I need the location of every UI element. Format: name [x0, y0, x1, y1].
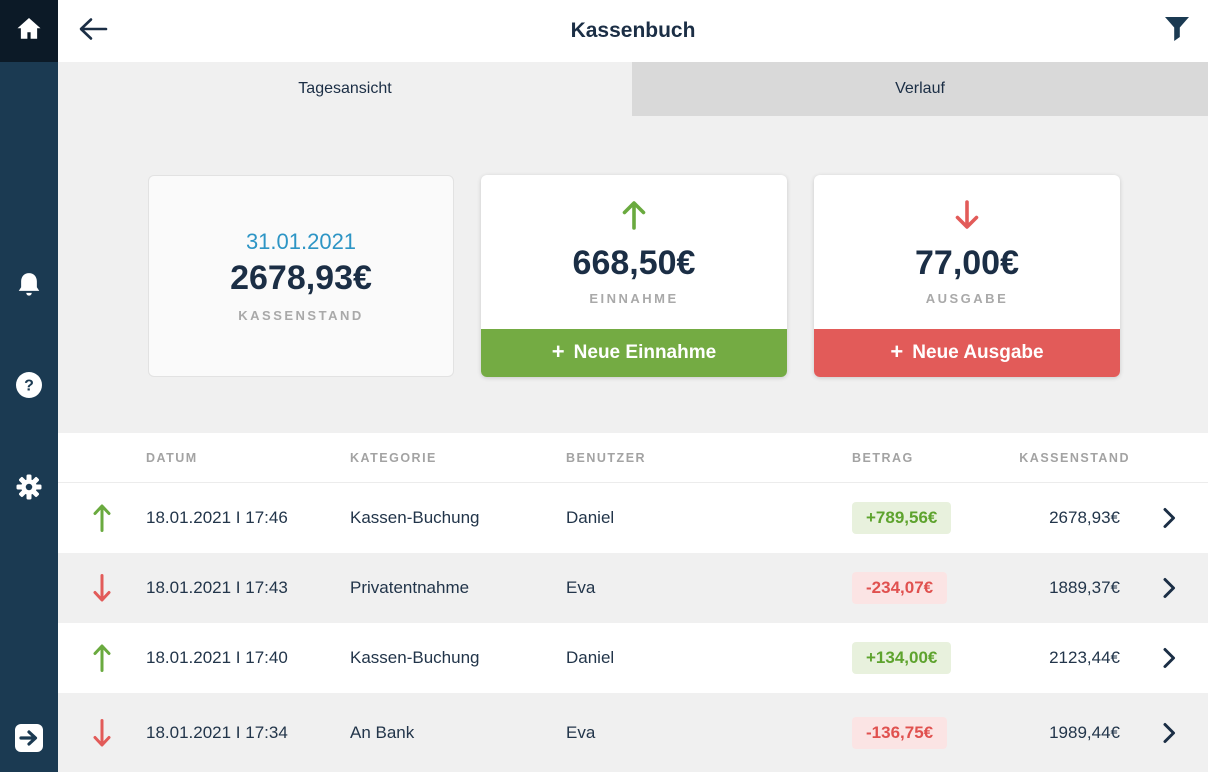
- cell-kassenstand: 1889,37€: [1049, 578, 1130, 598]
- column-header-datum: DATUM: [146, 451, 350, 465]
- cell-datum: 18.01.2021 I 17:40: [146, 648, 350, 668]
- amount-badge: -234,07€: [852, 572, 947, 604]
- tab-label: Tagesansicht: [298, 80, 391, 98]
- tab-bar: Tagesansicht Verlauf: [58, 62, 1208, 116]
- chevron-right-icon[interactable]: [1162, 647, 1176, 669]
- income-label: EINNAHME: [589, 291, 678, 306]
- cell-kassenstand: 2123,44€: [1049, 648, 1130, 668]
- expense-label: AUSGABE: [926, 291, 1009, 306]
- table-row[interactable]: 18.01.2021 I 17:43 Privatentnahme Eva -2…: [58, 553, 1208, 623]
- cell-benutzer: Daniel: [566, 508, 852, 528]
- cell-kategorie: Kassen-Buchung: [350, 508, 566, 528]
- column-header-kassenstand: KASSENSTAND: [1019, 451, 1130, 465]
- new-expense-button[interactable]: + Neue Ausgabe: [814, 329, 1120, 377]
- plus-icon: +: [552, 341, 565, 363]
- table-row[interactable]: 18.01.2021 I 17:40 Kassen-Buchung Daniel…: [58, 623, 1208, 693]
- sidebar-item-home[interactable]: [0, 0, 58, 62]
- chevron-right-icon[interactable]: [1162, 722, 1176, 744]
- table-row[interactable]: 18.01.2021 I 17:34 An Bank Eva -136,75€ …: [58, 693, 1208, 772]
- tab-label: Verlauf: [895, 80, 945, 98]
- column-header-betrag: BETRAG: [852, 451, 1024, 465]
- balance-amount: 2678,93€: [230, 259, 372, 298]
- cell-kassenstand: 2678,93€: [1049, 508, 1130, 528]
- page-title: Kassenbuch: [58, 0, 1208, 62]
- arrow-down-icon: [953, 199, 981, 236]
- summary-section: 31.01.2021 2678,93€ KASSENSTAND 668,50€ …: [58, 116, 1208, 433]
- sidebar-item-settings[interactable]: [0, 472, 58, 507]
- cell-kategorie: Privatentnahme: [350, 578, 566, 598]
- tab-tagesansicht[interactable]: Tagesansicht: [58, 62, 632, 116]
- logout-icon: [13, 722, 45, 759]
- filter-icon: [1164, 15, 1190, 48]
- sidebar: ?: [0, 0, 58, 772]
- new-income-button[interactable]: + Neue Einnahme: [481, 329, 787, 377]
- amount-badge: +134,00€: [852, 642, 951, 674]
- main-area: Kassenbuch Tagesansicht Verlauf 31.01.20…: [58, 0, 1208, 772]
- income-amount: 668,50€: [573, 244, 696, 283]
- balance-date: 31.01.2021: [246, 229, 356, 255]
- balance-card: 31.01.2021 2678,93€ KASSENSTAND: [148, 175, 454, 377]
- sidebar-item-help[interactable]: ?: [0, 371, 58, 404]
- arrow-up-icon: [620, 199, 648, 236]
- table-row[interactable]: 18.01.2021 I 17:46 Kassen-Buchung Daniel…: [58, 483, 1208, 553]
- sidebar-item-notifications[interactable]: [0, 270, 58, 305]
- expense-amount: 77,00€: [915, 244, 1019, 283]
- button-label: Neue Einnahme: [574, 342, 717, 364]
- home-icon: [14, 14, 44, 49]
- arrow-down-icon: [93, 718, 111, 748]
- table-header: DATUM KATEGORIE BENUTZER BETRAG KASSENST…: [58, 433, 1208, 483]
- amount-badge: +789,56€: [852, 502, 951, 534]
- button-label: Neue Ausgabe: [912, 342, 1043, 364]
- cell-benutzer: Eva: [566, 578, 852, 598]
- plus-icon: +: [890, 341, 903, 363]
- question-icon: ?: [15, 371, 43, 404]
- chevron-right-icon[interactable]: [1162, 577, 1176, 599]
- cell-kategorie: An Bank: [350, 723, 566, 743]
- cell-datum: 18.01.2021 I 17:43: [146, 578, 350, 598]
- filter-button[interactable]: [1160, 15, 1194, 47]
- bell-icon: [14, 270, 44, 305]
- cell-kategorie: Kassen-Buchung: [350, 648, 566, 668]
- balance-label: KASSENSTAND: [238, 308, 364, 323]
- cell-kassenstand: 1989,44€: [1049, 723, 1130, 743]
- top-header: Kassenbuch: [58, 0, 1208, 62]
- gear-icon: [14, 472, 44, 507]
- svg-text:?: ?: [24, 378, 34, 395]
- arrow-up-icon: [93, 643, 111, 673]
- expense-card: 77,00€ AUSGABE + Neue Ausgabe: [814, 175, 1120, 377]
- cell-benutzer: Eva: [566, 723, 852, 743]
- tab-verlauf[interactable]: Verlauf: [632, 62, 1208, 116]
- arrow-down-icon: [93, 573, 111, 603]
- cell-datum: 18.01.2021 I 17:34: [146, 723, 350, 743]
- chevron-right-icon[interactable]: [1162, 507, 1176, 529]
- cell-benutzer: Daniel: [566, 648, 852, 668]
- arrow-up-icon: [93, 503, 111, 533]
- column-header-benutzer: BENUTZER: [566, 451, 852, 465]
- column-header-kategorie: KATEGORIE: [350, 451, 566, 465]
- amount-badge: -136,75€: [852, 717, 947, 749]
- sidebar-item-logout[interactable]: [0, 722, 58, 759]
- cell-datum: 18.01.2021 I 17:46: [146, 508, 350, 528]
- income-card: 668,50€ EINNAHME + Neue Einnahme: [481, 175, 787, 377]
